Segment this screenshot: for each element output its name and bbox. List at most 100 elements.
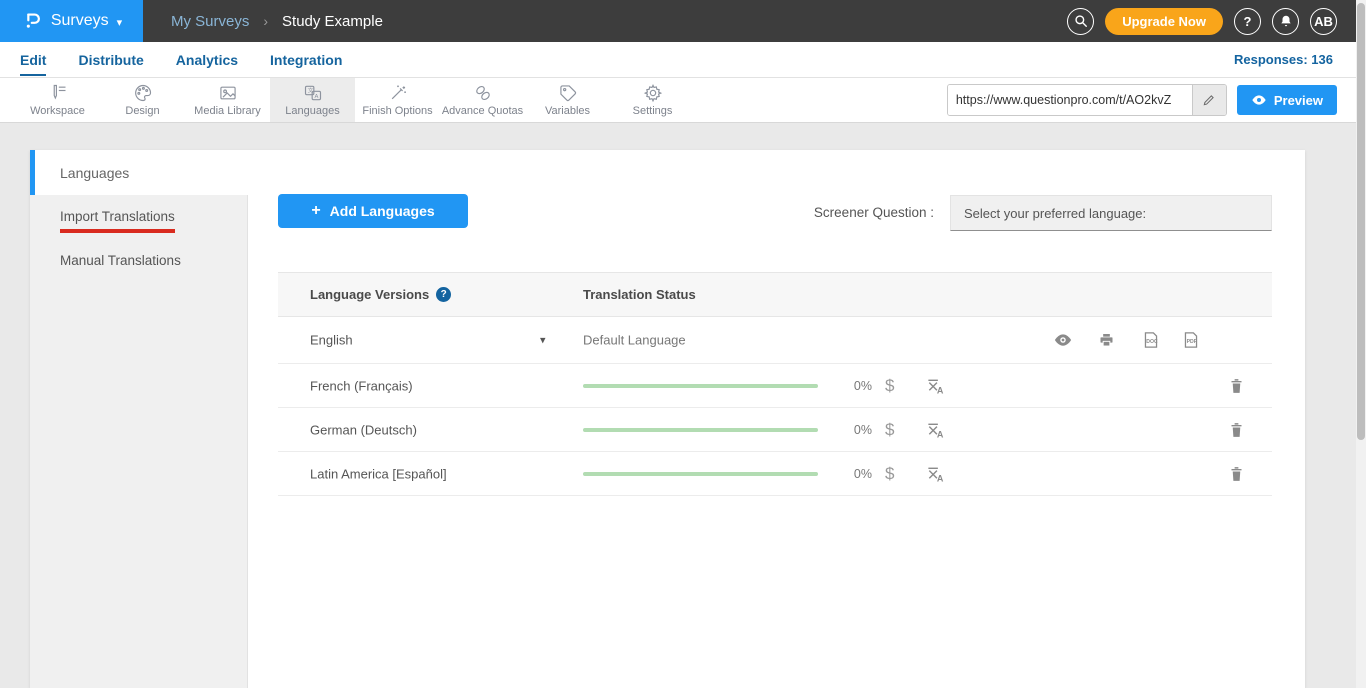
print-survey-button[interactable]	[1098, 332, 1115, 348]
sidebar-body: Import Translations Manual Translations	[30, 195, 248, 688]
table-row-english: English ▾ Default Language	[278, 317, 1272, 364]
toolbar-item-label: Workspace	[30, 105, 85, 117]
auto-translate-button[interactable]: A	[926, 376, 945, 395]
preview-label: Preview	[1274, 93, 1323, 108]
sidebar-item-label: Import Translations	[60, 209, 175, 224]
tab-edit[interactable]: Edit	[20, 44, 46, 76]
help-icon[interactable]: ?	[436, 287, 451, 302]
toolbar-item-advance-quotas[interactable]: Advance Quotas	[440, 78, 525, 122]
translation-progress-bar	[583, 384, 818, 388]
translate-language-icon: A	[926, 420, 945, 439]
svg-text:A: A	[937, 429, 944, 439]
translation-percent: 0%	[836, 467, 872, 481]
languages-sidebar: Languages Import Translations Manual Tra…	[30, 150, 248, 688]
top-bar: Surveys ▾ My Surveys › Study Example Upg…	[0, 0, 1366, 42]
vertical-scrollbar[interactable]	[1356, 0, 1366, 688]
add-languages-label: Add Languages	[330, 203, 435, 219]
toolbar-item-workspace[interactable]: Workspace	[15, 78, 100, 122]
breadcrumb-my-surveys[interactable]: My Surveys	[171, 13, 249, 30]
export-doc-button[interactable]: DOC	[1141, 331, 1161, 350]
column-header-language-versions: Language Versions ?	[310, 287, 451, 302]
responses-count[interactable]: Responses: 136	[1234, 52, 1333, 67]
sidebar-item-manual-translations[interactable]: Manual Translations	[30, 239, 181, 274]
survey-url-zone: Preview	[947, 78, 1337, 122]
toolbar-item-label: Design	[125, 105, 159, 117]
trash-icon	[1229, 465, 1244, 482]
scrollbar-thumb[interactable]	[1357, 3, 1365, 440]
auto-translate-button[interactable]: A	[926, 464, 945, 483]
toolbar-item-finish-options[interactable]: Finish Options	[355, 78, 440, 122]
toolbar-item-languages[interactable]: 文 A Languages	[270, 78, 355, 122]
trash-icon	[1229, 377, 1244, 394]
search-button[interactable]	[1067, 8, 1094, 35]
svg-text:DOC: DOC	[1146, 339, 1158, 345]
product-name: Surveys	[51, 12, 109, 30]
language-name: Latin America [Español]	[310, 466, 447, 481]
export-pdf-button[interactable]: PDF	[1181, 331, 1201, 350]
wand-icon	[388, 83, 408, 103]
trash-icon	[1229, 421, 1244, 438]
toolbar-items: Workspace Design Media Library	[15, 78, 695, 122]
eye-icon	[1053, 334, 1073, 347]
page-background: Languages Import Translations Manual Tra…	[0, 123, 1356, 688]
workspace-icon	[48, 83, 68, 103]
toolbar-item-label: Media Library	[194, 105, 261, 117]
view-survey-button[interactable]	[1053, 334, 1073, 347]
paid-translation-button[interactable]: $	[885, 464, 894, 484]
upgrade-now-button[interactable]: Upgrade Now	[1105, 8, 1223, 35]
delete-language-button[interactable]	[1229, 377, 1244, 394]
toolbar-item-design[interactable]: Design	[100, 78, 185, 122]
sidebar-item-languages[interactable]: Languages	[30, 150, 248, 195]
paid-translation-button[interactable]: $	[885, 376, 894, 396]
toolbar-item-settings[interactable]: Settings	[610, 78, 695, 122]
add-languages-button[interactable]: + Add Languages	[278, 194, 468, 228]
toolbar-item-label: Finish Options	[362, 105, 432, 117]
toolbar-item-variables[interactable]: Variables	[525, 78, 610, 122]
table-row-latin-america: Latin America [Español] 0% $ A	[278, 452, 1272, 496]
help-button[interactable]: ?	[1234, 8, 1261, 35]
delete-language-button[interactable]	[1229, 421, 1244, 438]
language-name: French (Français)	[310, 378, 413, 393]
paid-translation-button[interactable]: $	[885, 420, 894, 440]
delete-language-button[interactable]	[1229, 465, 1244, 482]
toolbar-item-label: Variables	[545, 105, 590, 117]
survey-url-input[interactable]	[948, 85, 1192, 115]
svg-text:文: 文	[307, 87, 313, 95]
languages-main-panel: + Add Languages Screener Question : Sele…	[248, 150, 1305, 688]
screener-question-select[interactable]: Select your preferred language:	[950, 195, 1272, 231]
avatar[interactable]: AB	[1310, 8, 1337, 35]
tab-integration[interactable]: Integration	[270, 44, 342, 76]
translate-language-icon: A	[926, 464, 945, 483]
svg-text:PDF: PDF	[1187, 339, 1197, 345]
chevron-down-icon[interactable]: ▾	[540, 334, 546, 347]
auto-translate-button[interactable]: A	[926, 420, 945, 439]
notifications-button[interactable]	[1272, 8, 1299, 35]
screener-question-label: Screener Question :	[814, 205, 934, 220]
tab-analytics[interactable]: Analytics	[176, 44, 238, 76]
language-status: Default Language	[583, 333, 686, 348]
plus-icon: +	[311, 202, 320, 220]
toolbar-item-media-library[interactable]: Media Library	[185, 78, 270, 122]
questionpro-logo-icon	[21, 10, 43, 32]
svg-text:A: A	[314, 94, 318, 100]
preview-button[interactable]: Preview	[1237, 85, 1337, 115]
tab-distribute[interactable]: Distribute	[78, 44, 143, 76]
language-name: German (Deutsch)	[310, 422, 417, 437]
breadcrumb-separator-icon: ›	[263, 13, 268, 29]
edit-url-button[interactable]	[1192, 85, 1226, 115]
surveys-product-menu[interactable]: Surveys ▾	[0, 0, 143, 42]
image-icon	[218, 83, 238, 103]
doc-file-icon: DOC	[1141, 331, 1161, 350]
column-header-translation-status: Translation Status	[583, 287, 696, 302]
edit-toolbar: Workspace Design Media Library	[0, 78, 1366, 123]
palette-icon	[133, 83, 153, 103]
survey-tabs: Edit Distribute Analytics Integration	[20, 44, 342, 76]
translate-language-icon: A	[926, 376, 945, 395]
sidebar-item-import-translations[interactable]: Import Translations	[30, 195, 175, 239]
tag-icon	[558, 83, 578, 103]
topbar-actions: Upgrade Now ? AB	[1067, 8, 1337, 35]
highlight-underline	[60, 229, 175, 233]
translation-percent: 0%	[836, 379, 872, 393]
translate-icon: 文 A	[303, 83, 323, 103]
toolbar-item-label: Settings	[633, 105, 673, 117]
